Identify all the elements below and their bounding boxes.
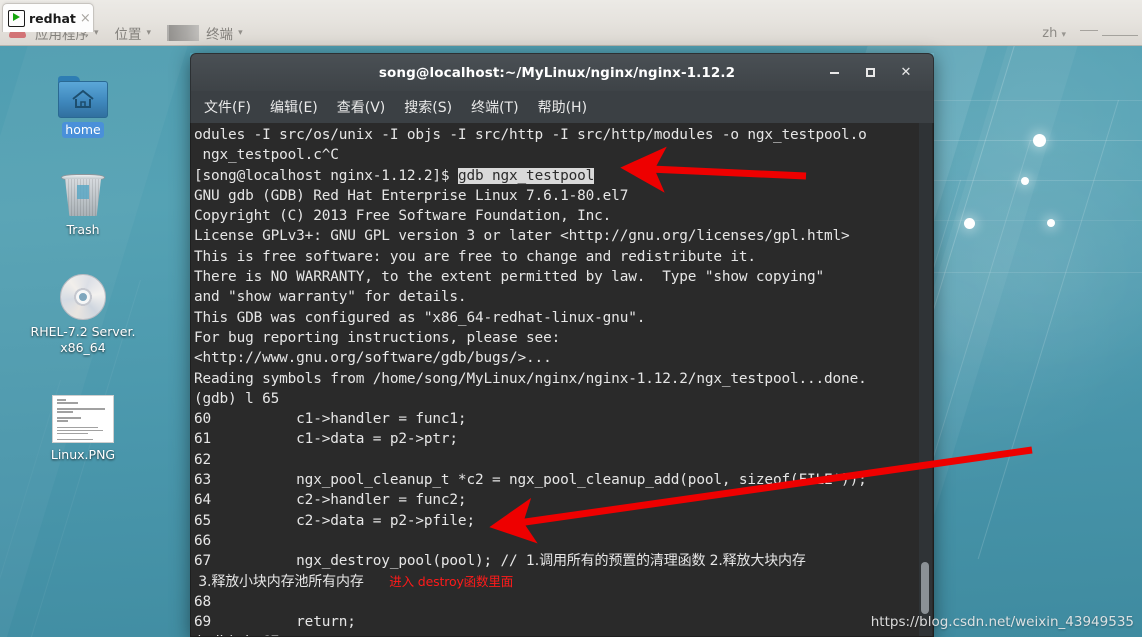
panel-status-area: zh ▾ (1042, 26, 1142, 41)
close-icon[interactable]: × (80, 12, 91, 25)
house-glyph (72, 89, 94, 108)
vm-play-icon (8, 9, 25, 27)
term-line-prompt: [song@localhost nginx-1.12.2]$ (194, 167, 458, 184)
term-line: and "show warranty" for details. (194, 289, 467, 306)
chevron-down-icon: ▾ (94, 28, 99, 38)
term-line: For bug reporting instructions, please s… (194, 329, 561, 346)
top-panel-inner: 应用程序 ▾ 位置 ▾ 终端 ▾ zh ▾ (0, 20, 1142, 46)
term-line: <http://www.gnu.org/software/gdb/bugs/>.… (194, 350, 552, 367)
close-button[interactable]: ✕ (899, 66, 913, 79)
term-line: odules -I src/os/unix -I objs -I src/htt… (194, 127, 867, 143)
trash-icon (18, 160, 148, 218)
terminal-window[interactable]: song@localhost:~/MyLinux/nginx/nginx-1.1… (190, 53, 934, 637)
term-line: Reading symbols from /home/song/MyLinux/… (194, 370, 867, 387)
cd-disc-icon (18, 262, 148, 320)
watermark-url: https://blog.csdn.net/weixin_43949535 (870, 614, 1134, 630)
terminal-output: odules -I src/os/unix -I objs -I src/htt… (194, 125, 919, 636)
vm-tab-label: redhat (29, 10, 76, 26)
menu-edit[interactable]: 编辑(E) (264, 95, 324, 119)
panel-places-label: 位置 (114, 27, 142, 43)
scrollbar-thumb[interactable] (921, 562, 929, 614)
term-line: 66 (194, 532, 212, 549)
panel-places-menu[interactable]: 位置 ▾ (107, 21, 160, 45)
term-line: This is free software: you are free to c… (194, 248, 756, 265)
wallpaper-dot (964, 218, 975, 229)
term-line: This GDB was configured as "x86_64-redha… (194, 309, 646, 326)
window-controls: ✕ (827, 66, 933, 79)
menu-file[interactable]: 文件(F) (198, 95, 257, 119)
term-line: 69 return; (194, 614, 356, 631)
panel-language-indicator[interactable]: zh ▾ (1042, 26, 1066, 41)
term-line-cn-comment: 3.释放小块内存池所有内存 (194, 573, 364, 590)
desktop-icon-trash[interactable]: Trash (18, 160, 148, 238)
chevron-down-icon: ▾ (1061, 29, 1066, 40)
term-line: 63 ngx_pool_cleanup_t *c2 = ngx_pool_cle… (194, 472, 867, 489)
terminal-titlebar[interactable]: song@localhost:~/MyLinux/nginx/nginx-1.1… (190, 53, 934, 91)
term-line: GNU gdb (GDB) Red Hat Enterprise Linux 7… (194, 187, 629, 204)
menu-search[interactable]: 搜索(S) (398, 95, 458, 119)
terminal-icon (167, 25, 200, 41)
desktop-icon-label: RHEL-7.2 Server. x86_64 (30, 324, 136, 355)
desktop-screen: 应用程序 ▾ 位置 ▾ 终端 ▾ zh ▾ redhat × home Tras… (0, 0, 1142, 637)
panel-clock[interactable] (1080, 26, 1138, 40)
terminal-screen[interactable]: odules -I src/os/unix -I objs -I src/htt… (190, 123, 934, 637)
menu-help[interactable]: 帮助(H) (532, 95, 593, 119)
term-line: ngx_testpool.c^C (194, 147, 339, 164)
terminal-menubar: 文件(F) 编辑(E) 查看(V) 搜索(S) 终端(T) 帮助(H) (190, 91, 934, 123)
term-line: (gdb) l 65 (194, 390, 280, 407)
minimize-button[interactable] (827, 71, 841, 74)
desktop-icon-home[interactable]: home (18, 60, 148, 138)
menu-view[interactable]: 查看(V) (331, 95, 392, 119)
chevron-down-icon: ▾ (238, 28, 243, 38)
term-command-highlight: gdb ngx_testpool (457, 167, 595, 184)
home-folder-icon (18, 60, 148, 118)
panel-terminal-label: 终端 (206, 27, 234, 43)
term-line: There is NO WARRANTY, to the extent perm… (194, 269, 825, 286)
term-line: 60 c1->handler = func1; (194, 411, 467, 428)
chevron-down-icon: ▾ (146, 28, 152, 38)
desktop-icon-linux-png[interactable]: Linux.PNG (18, 385, 148, 463)
term-line: 67 ngx_destroy_pool(pool); // (194, 553, 527, 570)
term-line: 61 c1->data = p2->ptr; (194, 431, 458, 448)
image-thumbnail-icon (18, 385, 148, 443)
terminal-title: song@localhost:~/MyLinux/nginx/nginx-1.1… (378, 64, 736, 81)
top-panel: 应用程序 ▾ 位置 ▾ 终端 ▾ zh ▾ redhat × (0, 0, 1142, 46)
wallpaper-dot (1033, 134, 1046, 147)
desktop-icon-label: home (62, 122, 104, 138)
term-line: 62 (194, 451, 212, 468)
term-line: 68 (194, 593, 212, 610)
term-line: 64 c2->handler = func2; (194, 492, 467, 509)
desktop-icon-rhel-iso[interactable]: RHEL-7.2 Server. x86_64 (18, 262, 148, 356)
menu-terminal[interactable]: 终端(T) (465, 95, 524, 119)
vm-tab-redhat[interactable]: redhat × (2, 3, 94, 32)
wallpaper-dot (1021, 177, 1029, 185)
term-line-cn-comment: 1.调用所有的预置的清理函数 2.释放大块内存 (526, 553, 806, 570)
wallpaper-dot (1047, 219, 1055, 227)
panel-terminal-window-button[interactable]: 终端 ▾ (159, 21, 251, 45)
annotation-note-destroy: 进入 destroy函数里面 (389, 573, 514, 589)
desktop-icon-label: Linux.PNG (50, 447, 116, 462)
term-line: License GPLv3+: GNU GPL version 3 or lat… (194, 228, 850, 245)
desktop-icon-label: Trash (66, 222, 100, 237)
term-line: Copyright (C) 2013 Free Software Foundat… (194, 208, 612, 225)
term-line: 65 c2->data = p2->pfile; (194, 512, 475, 529)
maximize-button[interactable] (863, 68, 877, 77)
terminal-scrollbar[interactable] (919, 123, 932, 636)
